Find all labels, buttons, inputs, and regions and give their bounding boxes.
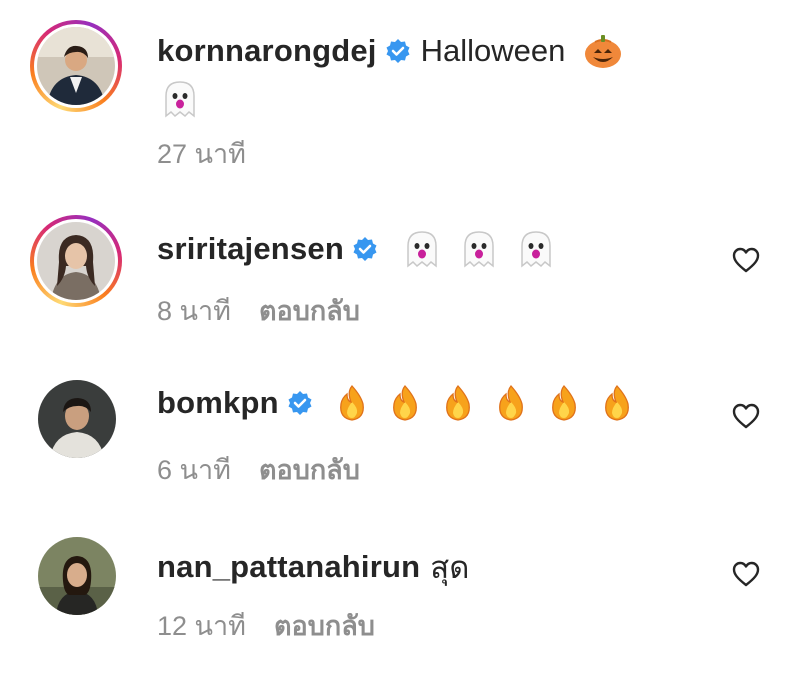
fire-emoji-icon — [337, 384, 367, 422]
fire-emoji-icon — [390, 384, 420, 422]
comment-line: kornnarongdej Halloween — [157, 33, 640, 69]
comment-line: sriritajensen — [157, 228, 573, 270]
timestamp[interactable]: 8 นาที — [157, 296, 231, 326]
avatar[interactable] — [37, 222, 115, 300]
ghost-emoji-icon — [516, 228, 556, 270]
avatar[interactable] — [37, 27, 115, 105]
fire-emoji-icon — [496, 384, 526, 422]
timestamp[interactable]: 27 นาที — [157, 139, 246, 169]
comment-text: Halloween — [420, 33, 566, 68]
username[interactable]: nan_pattanahirun — [157, 549, 420, 585]
verified-badge-icon — [352, 236, 378, 262]
story-ring[interactable] — [30, 20, 122, 112]
timestamp[interactable]: 12 นาที — [157, 611, 246, 641]
reply-button[interactable]: ตอบกลับ — [274, 611, 375, 641]
pumpkin-emoji-icon — [583, 33, 623, 69]
fire-emoji-icon — [549, 384, 579, 422]
reply-button[interactable]: ตอบกลับ — [259, 455, 360, 485]
comment-meta: 27 นาที — [157, 132, 246, 175]
avatar[interactable] — [38, 380, 116, 458]
reply-button[interactable]: ตอบกลับ — [259, 296, 360, 326]
heart-outline-icon[interactable] — [731, 402, 761, 430]
ghost-emoji-icon — [402, 228, 442, 270]
comment-line: bomkpn — [157, 384, 632, 422]
comment-meta: 6 นาที ตอบกลับ — [157, 448, 360, 491]
ghost-emoji-icon — [459, 228, 499, 270]
fire-emoji-icon — [602, 384, 632, 422]
verified-badge-icon — [385, 38, 411, 64]
timestamp[interactable]: 6 นาที — [157, 455, 231, 485]
fire-emoji-icon — [443, 384, 473, 422]
comment-text: สุด — [430, 550, 470, 585]
ghost-emoji-icon — [160, 78, 200, 120]
username[interactable]: sriritajensen — [157, 231, 344, 267]
heart-outline-icon[interactable] — [731, 246, 761, 274]
comment-line-2 — [160, 78, 217, 125]
username[interactable]: bomkpn — [157, 385, 279, 421]
verified-badge-icon — [287, 390, 313, 416]
story-ring[interactable] — [30, 215, 122, 307]
comment-meta: 8 นาที ตอบกลับ — [157, 289, 360, 332]
comment-meta: 12 นาที ตอบกลับ — [157, 604, 375, 647]
username[interactable]: kornnarongdej — [157, 33, 377, 69]
comment-line: nan_pattanahirun สุด — [157, 542, 469, 592]
avatar[interactable] — [38, 537, 116, 615]
heart-outline-icon[interactable] — [731, 560, 761, 588]
